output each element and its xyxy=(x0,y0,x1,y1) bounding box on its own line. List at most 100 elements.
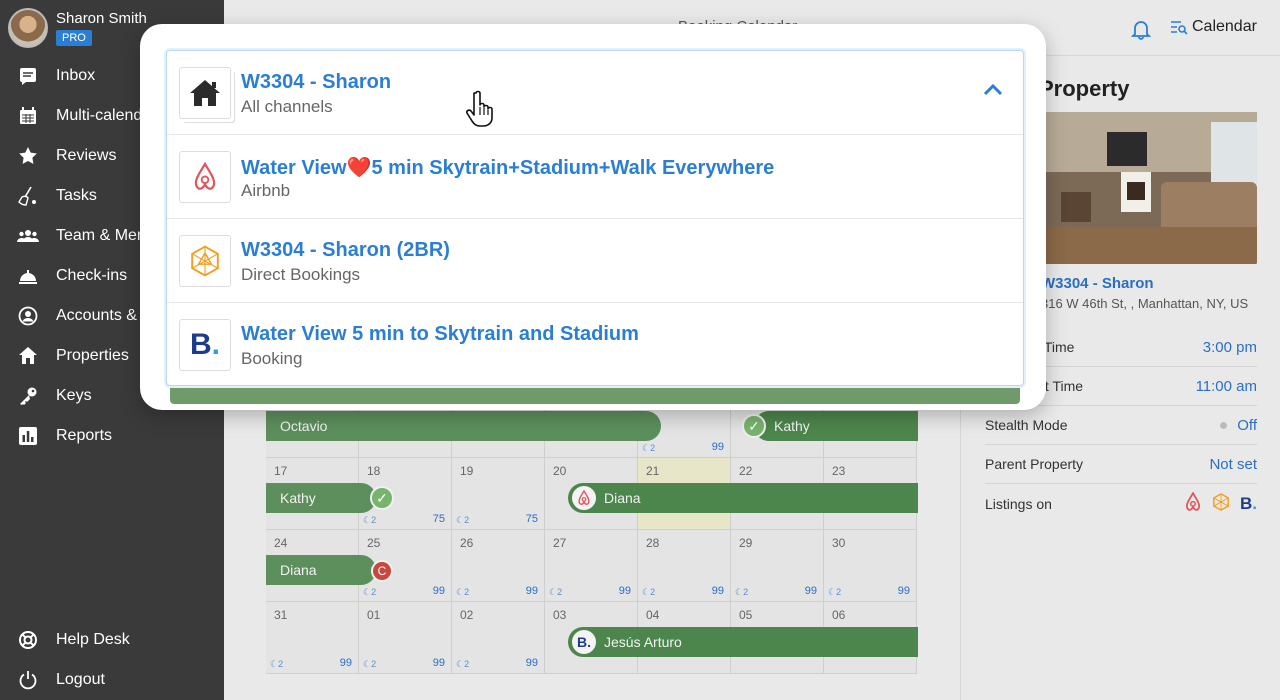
check-out-time-value[interactable]: 11:00 am xyxy=(1196,378,1257,395)
property-name-link[interactable]: W3304 - Sharon xyxy=(1041,275,1154,292)
key-icon xyxy=(16,386,40,406)
price: 99 xyxy=(432,657,445,669)
pro-badge: PRO xyxy=(56,30,92,46)
day-number: 19 xyxy=(460,464,474,478)
nights-indicator: ☾2 xyxy=(363,587,377,597)
sidebar-item-check-ins[interactable]: Check-ins xyxy=(16,264,127,288)
calendar-search-icon xyxy=(1170,19,1188,35)
day-number: 27 xyxy=(553,536,567,550)
sidebar-item-label: Reviews xyxy=(56,147,117,164)
nights-indicator: ☾2 xyxy=(363,659,377,669)
listing-option-direct[interactable]: W3304 - Sharon (2BR) Direct Bookings xyxy=(167,219,1023,303)
home-icon xyxy=(16,346,40,366)
calendar-cell[interactable]: 31 ☾2 99 xyxy=(266,602,359,674)
booking-bar[interactable]: Diana xyxy=(568,483,918,513)
sidebar-item-label: Check-ins xyxy=(56,267,128,284)
guest-name: Octavio xyxy=(280,418,328,434)
sidebar-item-label: Keys xyxy=(56,387,92,404)
booking-bar[interactable]: Diana xyxy=(266,555,376,585)
calendar-cell[interactable]: 26 ☾2 99 xyxy=(452,530,545,602)
listing-channel: Booking xyxy=(241,349,303,368)
listing-option-airbnb[interactable]: Water View❤️5 min Skytrain+Stadium+Walk … xyxy=(167,135,1023,219)
booking-bar[interactable]: Octavio xyxy=(266,411,661,441)
calendar-cell[interactable]: 29 ☾2 99 xyxy=(731,530,824,602)
sidebar-item-label: Inbox xyxy=(56,67,96,84)
row-label: Parent Property xyxy=(985,456,1084,472)
day-number: 02 xyxy=(460,608,474,622)
nights-indicator: ☾2 xyxy=(456,587,470,597)
day-number: 20 xyxy=(553,464,567,478)
calendar-cell[interactable]: 30 ☾2 99 xyxy=(824,530,917,602)
price: 99 xyxy=(897,585,910,597)
booking-com-icon[interactable]: B. xyxy=(1240,494,1257,514)
parent-property-value[interactable]: Not set xyxy=(1209,456,1257,473)
nights-indicator: ☾2 xyxy=(549,587,563,597)
nights-indicator: ☾2 xyxy=(270,659,284,669)
avatar[interactable] xyxy=(8,8,48,48)
day-number: 01 xyxy=(367,608,381,622)
user-name: Sharon Smith xyxy=(56,10,147,27)
price: 99 xyxy=(525,585,538,597)
property-address: 316 W 46th St, , Manhattan, NY, US xyxy=(1041,296,1249,311)
calendar-cell[interactable]: 19 ☾2 75 xyxy=(452,458,545,530)
sidebar-item-reviews[interactable]: Reviews xyxy=(16,144,116,168)
sidebar-item-help-desk[interactable]: Help Desk xyxy=(16,628,130,652)
sidebar-item-inbox[interactable]: Inbox xyxy=(16,64,95,88)
day-number: 24 xyxy=(274,536,288,550)
confirmed-check-icon: ✓ xyxy=(742,414,766,438)
stealth-mode-toggle[interactable]: Off xyxy=(1220,417,1257,434)
chevron-up-icon[interactable] xyxy=(983,83,1003,97)
nights-indicator: ☾2 xyxy=(828,587,842,597)
property-heading: Property xyxy=(1039,76,1130,101)
day-number: 23 xyxy=(832,464,846,478)
lifebuoy-icon xyxy=(16,630,40,650)
sidebar-item-properties[interactable]: Properties xyxy=(16,344,129,368)
notifications-bell-icon[interactable] xyxy=(1130,18,1152,40)
price: 99 xyxy=(525,657,538,669)
check-in-time-value[interactable]: 3:00 pm xyxy=(1203,339,1257,356)
sidebar-item-tasks[interactable]: Tasks xyxy=(16,184,97,208)
airbnb-icon[interactable] xyxy=(1184,491,1202,515)
calendar-cell[interactable]: 28 ☾2 99 xyxy=(638,530,731,602)
price: 99 xyxy=(804,585,817,597)
row-label: Listings on xyxy=(985,495,1052,512)
property-photo xyxy=(1041,112,1257,264)
airbnb-icon xyxy=(179,151,231,203)
day-number: 04 xyxy=(646,608,660,622)
listing-selector-dropdown[interactable]: W3304 - Sharon All channels Water View❤️… xyxy=(166,50,1024,386)
direct-bookings-icon[interactable] xyxy=(1212,493,1230,514)
calendar-view-label: Calendar xyxy=(1192,18,1257,35)
price: 99 xyxy=(432,585,445,597)
day-number: 06 xyxy=(832,608,846,622)
hand-cursor-icon xyxy=(466,90,500,128)
sidebar-item-keys[interactable]: Keys xyxy=(16,384,92,408)
user-profile[interactable]: Sharon Smith PRO xyxy=(8,8,147,48)
calendar-cell[interactable]: 02 ☾2 99 xyxy=(452,602,545,674)
guest-name: Jesús Arturo xyxy=(604,634,682,650)
calendar-cell[interactable]: 01 ☾2 99 xyxy=(359,602,452,674)
stealth-mode-value: Off xyxy=(1237,416,1257,434)
sidebar-item-multi-calendar[interactable]: Multi-calendar xyxy=(16,104,156,128)
airbnb-icon xyxy=(570,484,598,512)
booking-bar[interactable]: Kathy xyxy=(266,483,376,513)
price: 75 xyxy=(432,513,445,525)
listing-option-all-channels[interactable]: W3304 - Sharon All channels xyxy=(167,51,1023,135)
listing-option-booking[interactable]: B. Water View 5 min to Skytrain and Stad… xyxy=(167,303,1023,387)
booking-bar[interactable]: Kathy xyxy=(754,411,918,441)
price: 75 xyxy=(525,513,538,525)
reports-icon xyxy=(16,426,40,446)
calendar-cell[interactable]: 27 ☾2 99 xyxy=(545,530,638,602)
booking-bar[interactable]: B. Jesús Arturo xyxy=(568,627,918,657)
day-number: 05 xyxy=(739,608,753,622)
broom-icon xyxy=(16,186,40,206)
nights-indicator: ☾2 xyxy=(363,515,377,525)
calendar-view-button[interactable]: Calendar xyxy=(1170,18,1257,36)
team-icon xyxy=(16,226,40,246)
sidebar-item-reports[interactable]: Reports xyxy=(16,424,112,448)
listing-title: Water View 5 min to Skytrain and Stadium xyxy=(241,323,639,345)
listing-channel: All channels xyxy=(241,97,333,116)
sidebar-item-logout[interactable]: Logout xyxy=(16,668,105,692)
sidebar-item-label: Logout xyxy=(56,671,105,688)
direct-bookings-icon xyxy=(179,235,231,287)
listing-channels: B. xyxy=(1184,491,1257,515)
